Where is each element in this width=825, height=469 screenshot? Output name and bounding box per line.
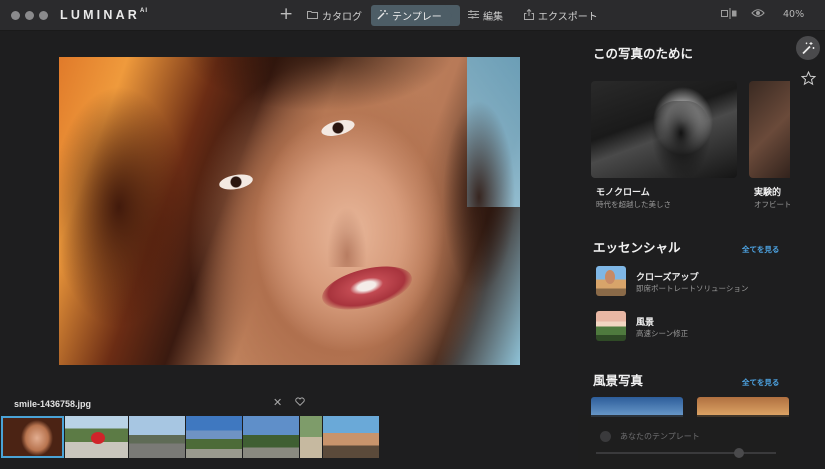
magic-wand-icon [377, 9, 388, 23]
star-icon[interactable] [796, 66, 820, 90]
template-card-monochrome[interactable] [591, 81, 737, 178]
landscape-see-all-link[interactable]: 全てを見る [742, 377, 779, 388]
essentials-see-all-link[interactable]: 全てを見る [742, 244, 779, 255]
template-item-title[interactable]: クローズアップ [636, 270, 699, 283]
heart-icon[interactable] [295, 396, 305, 409]
template-card-title: 実験的 [754, 188, 782, 198]
filmstrip-thumb-2[interactable] [65, 416, 128, 458]
zoom-level[interactable]: 40% [783, 9, 804, 20]
image-filename: smile-1436758.jpg [14, 399, 92, 409]
filmstrip [0, 415, 570, 459]
your-templates-label: あなたのテンプレート [620, 432, 700, 441]
templates-panel: この写真のために モノクローム 時代を超越した美しさ 実験的 オフビート エッセ… [578, 31, 790, 469]
tab-export[interactable]: エクスポート [524, 5, 598, 26]
thumbnail-size-slider[interactable] [596, 452, 776, 454]
add-photos-button[interactable]: + [279, 4, 293, 24]
top-toolbar: LUMINARAI + カタログ テンプレート 編集 エクスポート 40% [0, 0, 825, 31]
sliders-icon [468, 9, 479, 22]
section-title-essentials: エッセンシャル [593, 240, 681, 255]
template-card-title: モノクローム [596, 188, 650, 198]
photo-eye-left [218, 172, 254, 192]
right-tool-rail [790, 31, 825, 469]
active-tab-arrow [445, 5, 452, 26]
app-logo: LUMINARAI [60, 7, 149, 22]
tab-catalog[interactable]: カタログ [307, 5, 362, 26]
your-templates-icon [600, 431, 611, 442]
landscape-template-thumb-2[interactable] [697, 397, 789, 417]
template-item-subtitle: 高速シーン修正 [636, 329, 689, 338]
template-item-subtitle: 即席ポートレートソリューション [636, 284, 749, 293]
template-card-subtitle: 時代を超越した美しさ [596, 200, 671, 209]
your-templates-bar[interactable]: あなたのテンプレート [578, 415, 790, 469]
close-icon[interactable]: ✕ [273, 396, 282, 409]
main-photo-canvas[interactable] [59, 57, 520, 365]
template-thumb-landscape[interactable] [596, 311, 626, 341]
slider-handle[interactable] [734, 448, 744, 458]
photo-lips [317, 258, 417, 318]
eye-icon[interactable] [751, 8, 765, 21]
window-close-button[interactable] [11, 11, 20, 20]
filmstrip-thumb-4[interactable] [186, 416, 242, 458]
section-title-landscape: 風景写真 [593, 373, 644, 388]
landscape-template-thumb-1[interactable] [591, 397, 683, 417]
section-title-for-this-photo: この写真のために [593, 46, 694, 61]
filmstrip-thumb-1[interactable] [1, 416, 64, 458]
window-minimize-button[interactable] [25, 11, 34, 20]
tab-edit[interactable]: 編集 [468, 5, 503, 26]
template-item-title[interactable]: 風景 [636, 315, 654, 328]
filmstrip-thumb-6[interactable] [300, 416, 322, 458]
template-card-subtitle: オフビート [754, 200, 790, 209]
filmstrip-thumb-5[interactable] [243, 416, 299, 458]
template-thumb-closeup[interactable] [596, 266, 626, 296]
folder-icon [307, 10, 318, 22]
window-zoom-button[interactable] [39, 11, 48, 20]
filmstrip-thumb-3[interactable] [129, 416, 185, 458]
compare-view-icon[interactable] [721, 8, 737, 22]
magic-wand-icon[interactable] [796, 36, 820, 60]
filmstrip-thumb-7[interactable] [323, 416, 379, 458]
share-icon [524, 8, 534, 23]
template-card-experimental[interactable] [749, 81, 790, 178]
